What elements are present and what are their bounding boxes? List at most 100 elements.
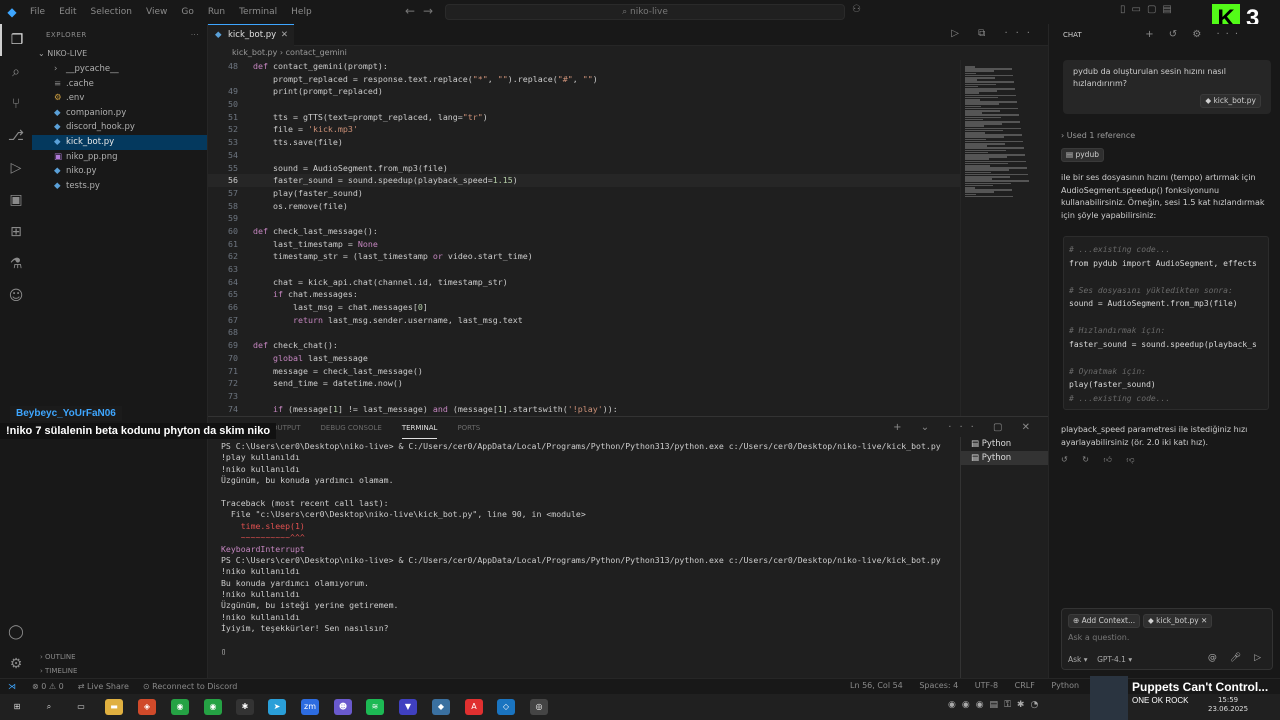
menu-selection[interactable]: Selection — [91, 7, 132, 17]
language-mode[interactable]: Python — [1051, 681, 1079, 690]
mode-select[interactable]: Ask ▾ — [1068, 655, 1088, 664]
code-line[interactable]: 59 — [208, 212, 960, 225]
minimap[interactable] — [960, 60, 1048, 416]
tree-item-discord-hook[interactable]: ◆ discord_hook.py — [32, 120, 207, 135]
feedback-actions[interactable]: ↺ ↻ 👍︎ 👎︎ — [1061, 454, 1273, 467]
copilot-icon[interactable]: ⚇ — [852, 4, 861, 15]
cursor-position[interactable]: Ln 56, Col 54 — [850, 681, 903, 690]
code-line[interactable]: 50 — [208, 98, 960, 111]
discord-icon[interactable]: ☻ — [334, 699, 352, 715]
context-file-chip[interactable]: ◆ kick_bot.py ✕ — [1142, 614, 1213, 628]
menu-file[interactable]: File — [30, 7, 45, 17]
reference-chip[interactable]: ▤ pydub — [1061, 148, 1104, 162]
run-debug-icon[interactable]: ▷ — [0, 152, 32, 184]
timeline-section[interactable]: › TIMELINE — [32, 664, 208, 678]
menu-go[interactable]: Go — [181, 7, 193, 17]
code-line[interactable]: 56 faster_sound = sound.speedup(playback… — [208, 174, 960, 187]
code-line[interactable]: 58 os.remove(file) — [208, 200, 960, 213]
tree-item-env[interactable]: ⚙ .env — [32, 91, 207, 106]
telegram-icon[interactable]: ➤ — [268, 699, 286, 715]
discord-status[interactable]: ⊙ Reconnect to Discord — [143, 682, 237, 691]
extensions-icon[interactable]: ⊞ — [0, 216, 32, 248]
remote-icon[interactable]: ⋊ — [8, 682, 16, 691]
tab-output[interactable]: OUTPUT — [272, 417, 301, 439]
menu-edit[interactable]: Edit — [59, 7, 76, 17]
code-line[interactable]: 72 send_time = datetime.now() — [208, 377, 960, 390]
more-actions-icon[interactable]: ··· — [191, 24, 199, 46]
file-explorer-icon[interactable]: ▬ — [105, 699, 123, 715]
code-line[interactable]: 54 — [208, 149, 960, 162]
search-icon[interactable]: ⌕ — [40, 699, 58, 715]
send-controls[interactable]: @ 🎤︎ ▷ — [1208, 653, 1266, 663]
code-line[interactable]: 68 — [208, 326, 960, 339]
vpn-icon[interactable]: ▼ — [399, 699, 417, 715]
code-line[interactable]: 49 print(prompt_replaced) — [208, 85, 960, 98]
code-line[interactable]: 63 — [208, 263, 960, 276]
file-chip[interactable]: ◆ kick_bot.py — [1200, 94, 1261, 108]
close-icon[interactable]: ✕ — [281, 25, 288, 45]
git-graph-icon[interactable]: ⎇ — [0, 120, 32, 152]
acrobat-icon[interactable]: A — [465, 699, 483, 715]
terminal-item[interactable]: ▤ Python — [961, 437, 1048, 451]
problems-indicator[interactable]: ⊗ 0 ⚠ 0 — [32, 682, 64, 691]
code-line[interactable]: 53 tts.save(file) — [208, 136, 960, 149]
task-view-icon[interactable]: ▭ — [72, 699, 90, 715]
menu-view[interactable]: View — [146, 7, 167, 17]
brave-icon[interactable]: ◈ — [138, 699, 156, 715]
whatsapp-icon[interactable]: ◉ — [204, 699, 222, 715]
source-control-icon[interactable]: ⑂ — [0, 88, 32, 120]
tab-terminal[interactable]: TERMINAL — [401, 417, 438, 439]
ask-input[interactable]: Ask a question. — [1068, 633, 1129, 642]
code-line[interactable]: 73 — [208, 390, 960, 403]
tree-item-companion[interactable]: ◆ companion.py — [32, 106, 207, 121]
tab-debug-console[interactable]: DEBUG CONSOLE — [321, 417, 382, 439]
code-line[interactable]: prompt_replaced = response.text.replace(… — [208, 73, 960, 86]
code-line[interactable]: 66 last_msg = chat.messages[0] — [208, 301, 960, 314]
tree-item-niko-pp[interactable]: ▣ niko_pp.png — [32, 150, 207, 165]
spotify-icon[interactable]: ≋ — [366, 699, 384, 715]
menu-help[interactable]: Help — [291, 7, 312, 17]
used-reference[interactable]: › Used 1 reference — [1061, 130, 1273, 143]
slack-icon[interactable]: ✱ — [236, 699, 254, 715]
code-line[interactable]: 48 def contact_gemini(prompt): — [208, 60, 960, 73]
live-share[interactable]: ⇄ Live Share — [78, 682, 129, 691]
model-select[interactable]: GPT-4.1 ▾ — [1097, 655, 1132, 664]
obs-icon[interactable]: ◎ — [530, 699, 548, 715]
code-line[interactable]: 55 sound = AudioSegment.from_mp3(file) — [208, 162, 960, 175]
zoom-icon[interactable]: zm — [301, 699, 319, 715]
code-line[interactable]: 61 last_timestamp = None — [208, 238, 960, 251]
terminal-item[interactable]: ▤ Python — [961, 451, 1048, 465]
code-line[interactable]: 70 global last_message — [208, 352, 960, 365]
tree-item-niko[interactable]: ◆ niko.py — [32, 164, 207, 179]
code-line[interactable]: 51 tts = gTTS(text=prompt_replaced, lang… — [208, 111, 960, 124]
outline-section[interactable]: › OUTLINE — [32, 650, 208, 664]
copilot-activity-icon[interactable]: ☺ — [0, 280, 32, 312]
command-center-search[interactable]: ⌕ niko-live — [445, 4, 845, 20]
code-editor[interactable]: 48 def contact_gemini(prompt): prompt_rep… — [208, 60, 960, 416]
explorer-icon[interactable]: ❐ — [0, 24, 32, 56]
code-line[interactable]: 74 if (message[1] != last_message) and (… — [208, 403, 960, 416]
chat-actions[interactable]: + ↺ ⚙ ··· — [1145, 29, 1244, 40]
tree-item-kick-bot[interactable]: ◆ kick_bot.py — [32, 134, 207, 150]
code-line[interactable]: 60 def check_last_message(): — [208, 225, 960, 238]
encoding[interactable]: UTF-8 — [975, 681, 998, 690]
editor-actions[interactable]: ▷ ⧉ ··· — [951, 28, 1038, 39]
tree-item-cache[interactable]: ≡ .cache — [32, 77, 207, 92]
terminal[interactable]: PS C:\Users\cer0\Desktop\niko-live> & C:… — [221, 441, 961, 677]
tree-item-tests[interactable]: ◆ tests.py — [32, 179, 207, 194]
app-icon[interactable]: ◆ — [432, 699, 450, 715]
windows-start-icon[interactable]: ⊞ — [8, 699, 26, 715]
menu-terminal[interactable]: Terminal — [239, 7, 277, 17]
code-line[interactable]: 64 chat = kick_api.chat(channel.id, time… — [208, 276, 960, 289]
breadcrumb-file[interactable]: kick_bot.py — [232, 48, 277, 57]
account-icon[interactable]: ◯ — [0, 616, 32, 648]
remote-explorer-icon[interactable]: ▣ — [0, 184, 32, 216]
code-line[interactable]: 67 return last_msg.sender.username, last… — [208, 314, 960, 327]
add-context-button[interactable]: ⊕ Add Context... — [1068, 614, 1141, 628]
breadcrumb-symbol[interactable]: contact_gemini — [286, 48, 347, 57]
vscode-icon[interactable]: ◇ — [497, 699, 515, 715]
menu-run[interactable]: Run — [208, 7, 225, 17]
tab-kick-bot[interactable]: ◆ kick_bot.py ✕ — [208, 24, 294, 46]
workspace-root[interactable]: ⌄ NIKO-LIVE — [32, 46, 207, 62]
code-line[interactable]: 71 message = check_last_message() — [208, 365, 960, 378]
